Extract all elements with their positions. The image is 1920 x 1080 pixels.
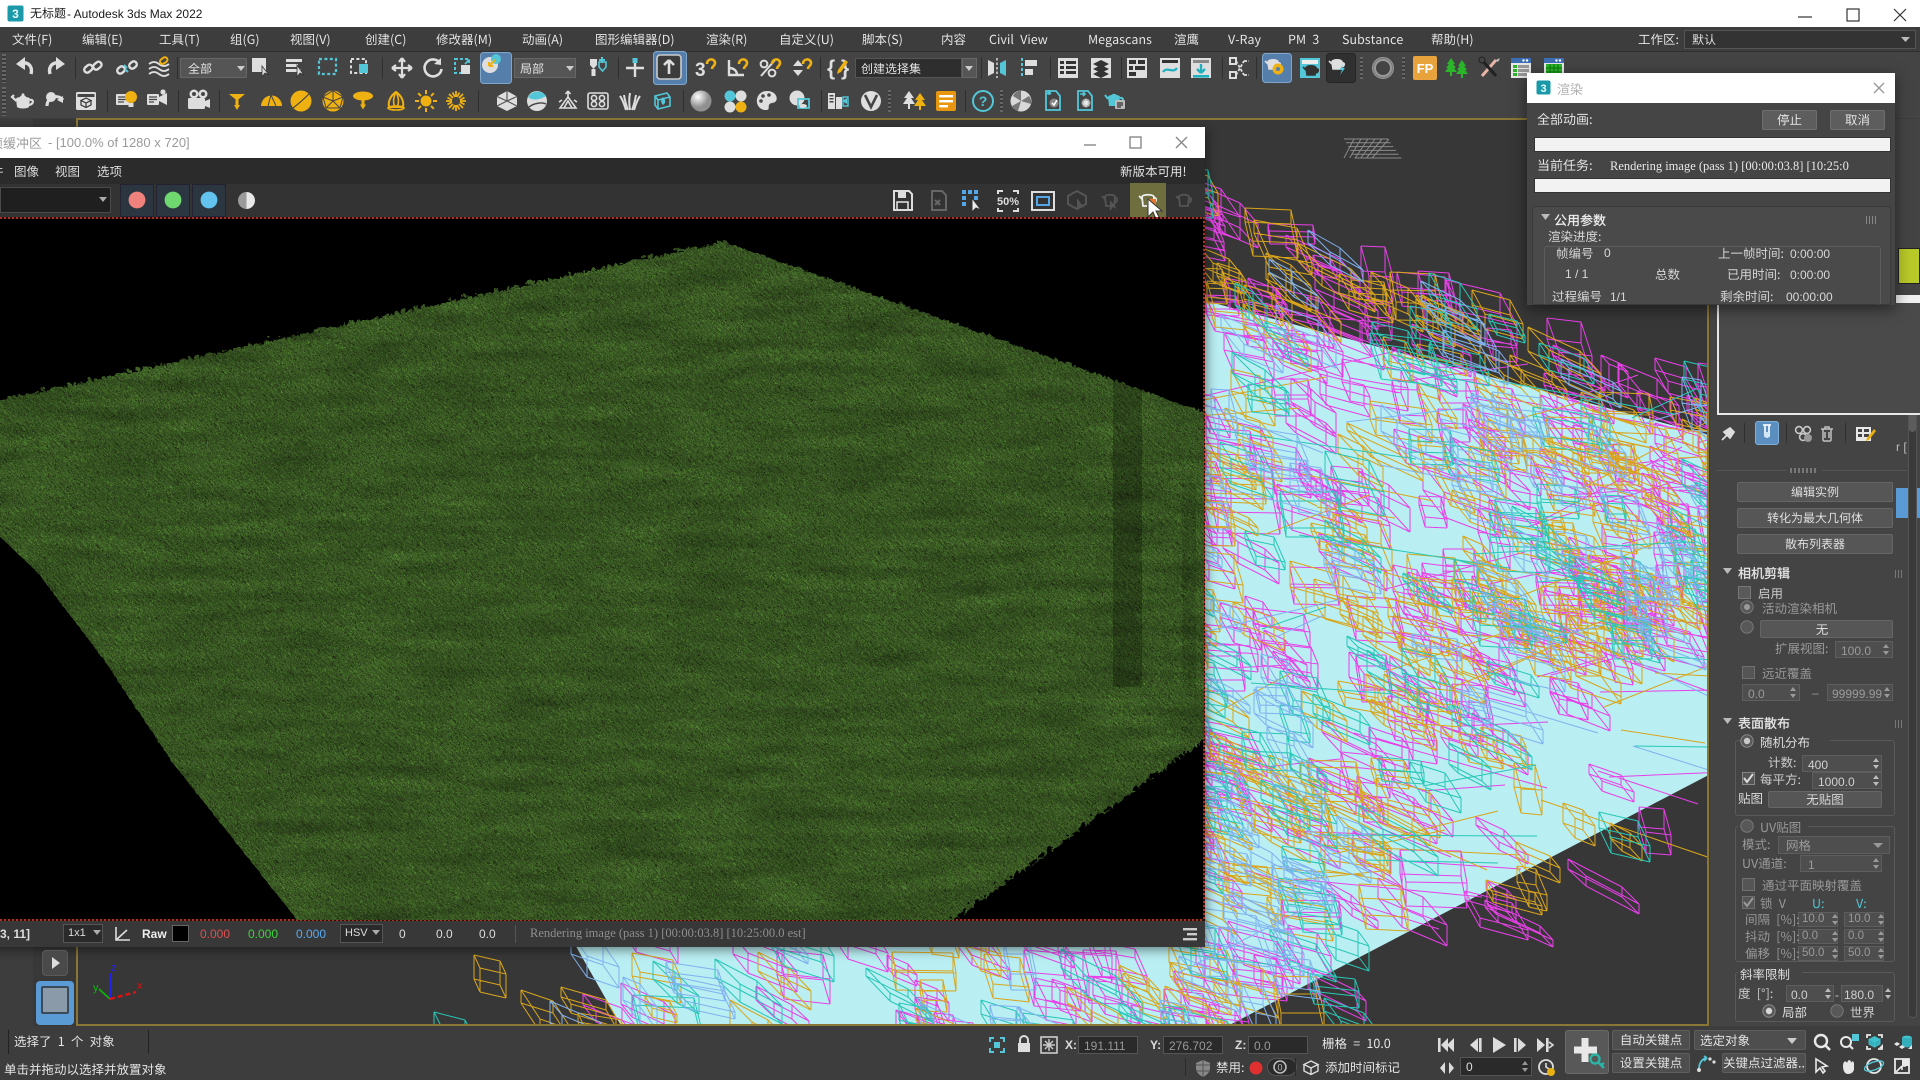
svg-text:3: 3 — [12, 7, 19, 21]
svg-text:50%: 50% — [997, 196, 1019, 208]
svg-text:3: 3 — [1540, 83, 1546, 95]
svg-text:{ }: { } — [827, 57, 849, 80]
svg-text:z: z — [111, 962, 117, 974]
svg-text:x: x — [137, 980, 143, 992]
svg-text:0: 0 — [1277, 1063, 1282, 1073]
svg-text:FP: FP — [1417, 61, 1434, 76]
svg-text:3: 3 — [695, 60, 706, 80]
svg-text:?: ? — [979, 93, 988, 109]
svg-text:y: y — [93, 982, 99, 994]
